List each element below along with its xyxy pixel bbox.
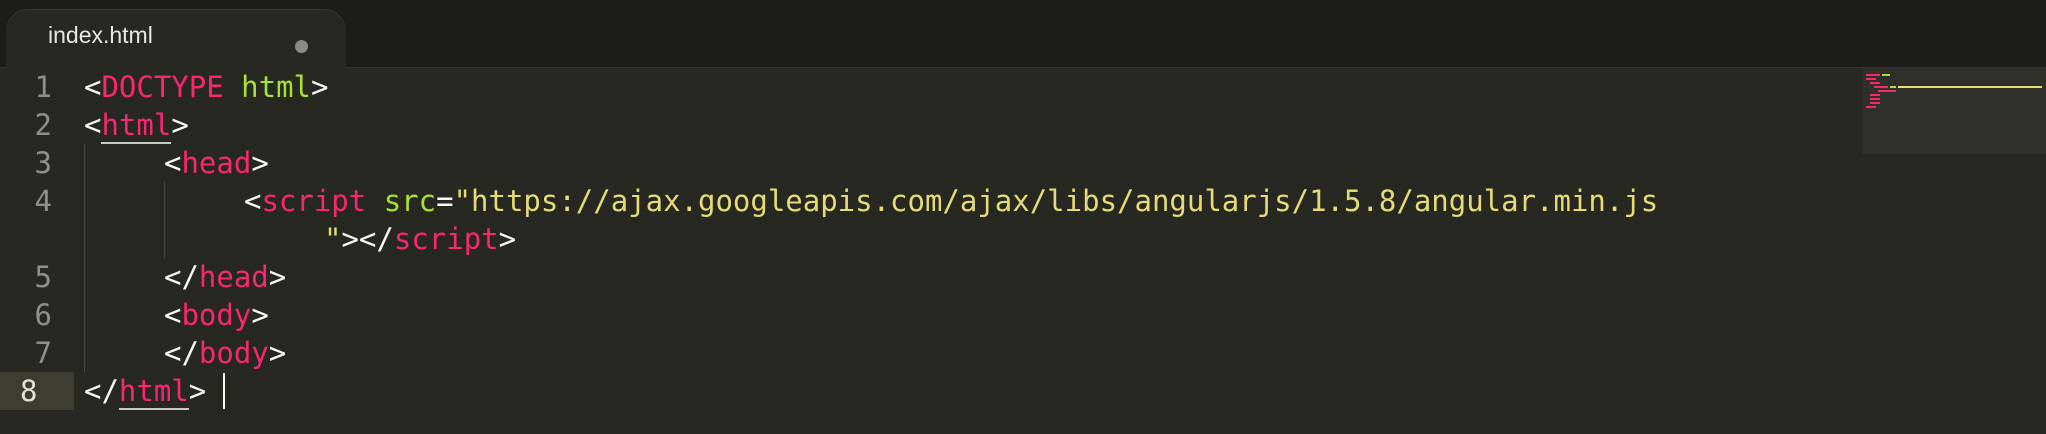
token-bracket: </ — [84, 374, 119, 408]
token-bracket: </ — [164, 336, 199, 370]
minimap-line — [1870, 98, 1880, 100]
token-tag-body-close: body — [198, 336, 269, 370]
token-bracket: > — [251, 146, 269, 180]
indent-guide — [84, 144, 85, 372]
text-cursor — [223, 373, 225, 409]
token-tag-head-close: head — [198, 260, 269, 294]
token-doctype: DOCTYPE — [101, 70, 224, 104]
token-bracket: ></ — [341, 222, 394, 256]
token-doctype-html: html — [241, 70, 311, 104]
minimap-line — [1870, 94, 1880, 96]
line-number: 4 — [34, 184, 52, 218]
code-line-3: <head> — [164, 144, 269, 182]
token-tag-html-close-matched: html — [118, 374, 189, 410]
token-bracket: > — [311, 70, 329, 104]
token-bracket: > — [268, 336, 287, 370]
minimap-line — [1866, 106, 1876, 108]
token-attr-src: src — [383, 184, 437, 218]
tab-label: index.html — [48, 22, 153, 48]
line-number: 1 — [34, 70, 52, 104]
line-number: 2 — [34, 108, 52, 142]
tab-index-html[interactable]: index.html — [6, 10, 346, 68]
code-line-2: <html> — [84, 106, 189, 144]
token-bracket: > — [498, 222, 517, 256]
token-bracket: < — [84, 108, 102, 142]
token-bracket: < — [244, 184, 262, 218]
minimap-line — [1874, 86, 1888, 88]
token-tag-script-close: script — [393, 222, 499, 256]
code-line-1: <DOCTYPE html> — [84, 68, 328, 106]
code-line-7: </body> — [164, 334, 286, 372]
minimap-line — [1870, 102, 1880, 104]
token-bracket: > — [188, 374, 207, 408]
minimap-line — [1890, 86, 1896, 88]
minimap-line — [1882, 74, 1890, 76]
dirty-dot-icon[interactable] — [295, 40, 308, 53]
token-bracket: > — [251, 298, 269, 332]
minimap-line — [1898, 86, 2042, 88]
minimap-line — [1878, 90, 1896, 92]
code-line-6: <body> — [164, 296, 269, 334]
code-line-8: </html> — [84, 372, 206, 410]
tab-bar: index.html — [0, 0, 2046, 68]
token-bracket: > — [171, 108, 189, 142]
line-number-current: 8 — [0, 372, 74, 410]
code-line-4: <script src="https://ajax.googleapis.com… — [244, 182, 1658, 220]
token-equals: = — [436, 184, 454, 218]
token-bracket: < — [164, 298, 182, 332]
minimap[interactable] — [1862, 68, 2046, 154]
token-bracket: > — [268, 260, 287, 294]
code-line-5: </head> — [164, 258, 286, 296]
token-bracket: < — [84, 70, 102, 104]
line-number: 7 — [34, 336, 52, 370]
line-number: 6 — [34, 298, 52, 332]
code-editor[interactable]: 1 2 3 4 5 6 7 8 <DOCTYPE html> <html> <h… — [0, 68, 2046, 434]
minimap-line — [1866, 78, 1876, 80]
token-tag-body: body — [181, 298, 252, 332]
token-string-url: "https://ajax.googleapis.com/ajax/libs/a… — [453, 184, 1659, 218]
token-tag-head: head — [181, 146, 252, 180]
minimap-line — [1870, 82, 1880, 84]
token-bracket: < — [164, 146, 182, 180]
code-line-4-wrap: "></script> — [324, 220, 516, 258]
line-number: 3 — [34, 146, 52, 180]
token-tag-html-matched: html — [101, 108, 172, 144]
token-tag-script: script — [261, 184, 367, 218]
token-string-end: " — [324, 222, 342, 256]
line-number: 5 — [34, 260, 52, 294]
indent-guide — [164, 182, 165, 258]
minimap-line — [1866, 74, 1880, 76]
line-number-gutter: 1 2 3 4 5 6 7 8 — [0, 68, 74, 434]
token-bracket: </ — [164, 260, 199, 294]
